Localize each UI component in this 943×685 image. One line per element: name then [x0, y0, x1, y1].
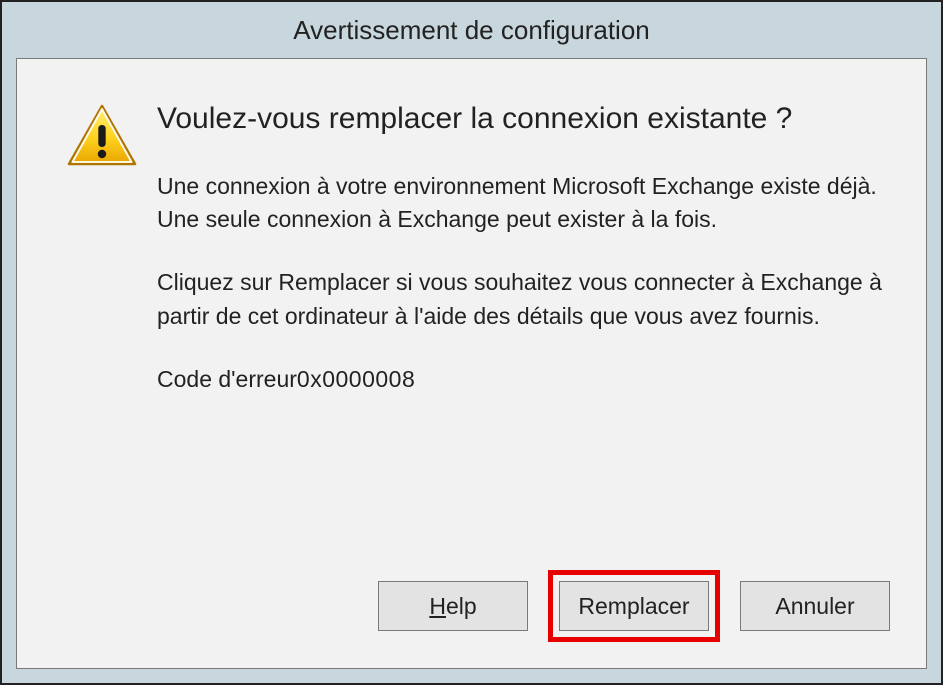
replace-button[interactable]: Remplacer [559, 581, 709, 631]
message-heading: Voulez-vous remplacer la connexion exist… [157, 99, 896, 140]
dialog-titlebar: Avertissement de configuration [2, 2, 941, 58]
help-mnemonic: H [429, 593, 446, 619]
error-line: Code d'erreur0x0000008 [157, 363, 896, 396]
cancel-button[interactable]: Annuler [740, 581, 890, 631]
message-paragraph-1: Une connexion à votre environnement Micr… [157, 170, 896, 237]
configuration-warning-dialog: Avertissement de configuration [0, 0, 943, 685]
dialog-title: Avertissement de configuration [293, 15, 650, 46]
dialog-button-row: Help Remplacer Annuler [358, 570, 890, 642]
warning-icon-cell [47, 99, 157, 169]
dialog-client-area: Voulez-vous remplacer la connexion exist… [16, 58, 927, 669]
cancel-button-wrap: Annuler [740, 581, 890, 631]
message-paragraph-2: Cliquez sur Remplacer si vous souhaitez … [157, 266, 896, 333]
help-button[interactable]: Help [378, 581, 528, 631]
message-text: Voulez-vous remplacer la connexion exist… [157, 99, 896, 396]
message-row: Voulez-vous remplacer la connexion exist… [47, 99, 896, 396]
error-code: 0x0000008 [297, 366, 415, 392]
replace-button-highlight: Remplacer [548, 570, 720, 642]
warning-icon [66, 103, 138, 169]
help-button-wrap: Help [378, 581, 528, 631]
help-rest: elp [446, 593, 477, 619]
error-label: Code d'erreur [157, 366, 297, 392]
